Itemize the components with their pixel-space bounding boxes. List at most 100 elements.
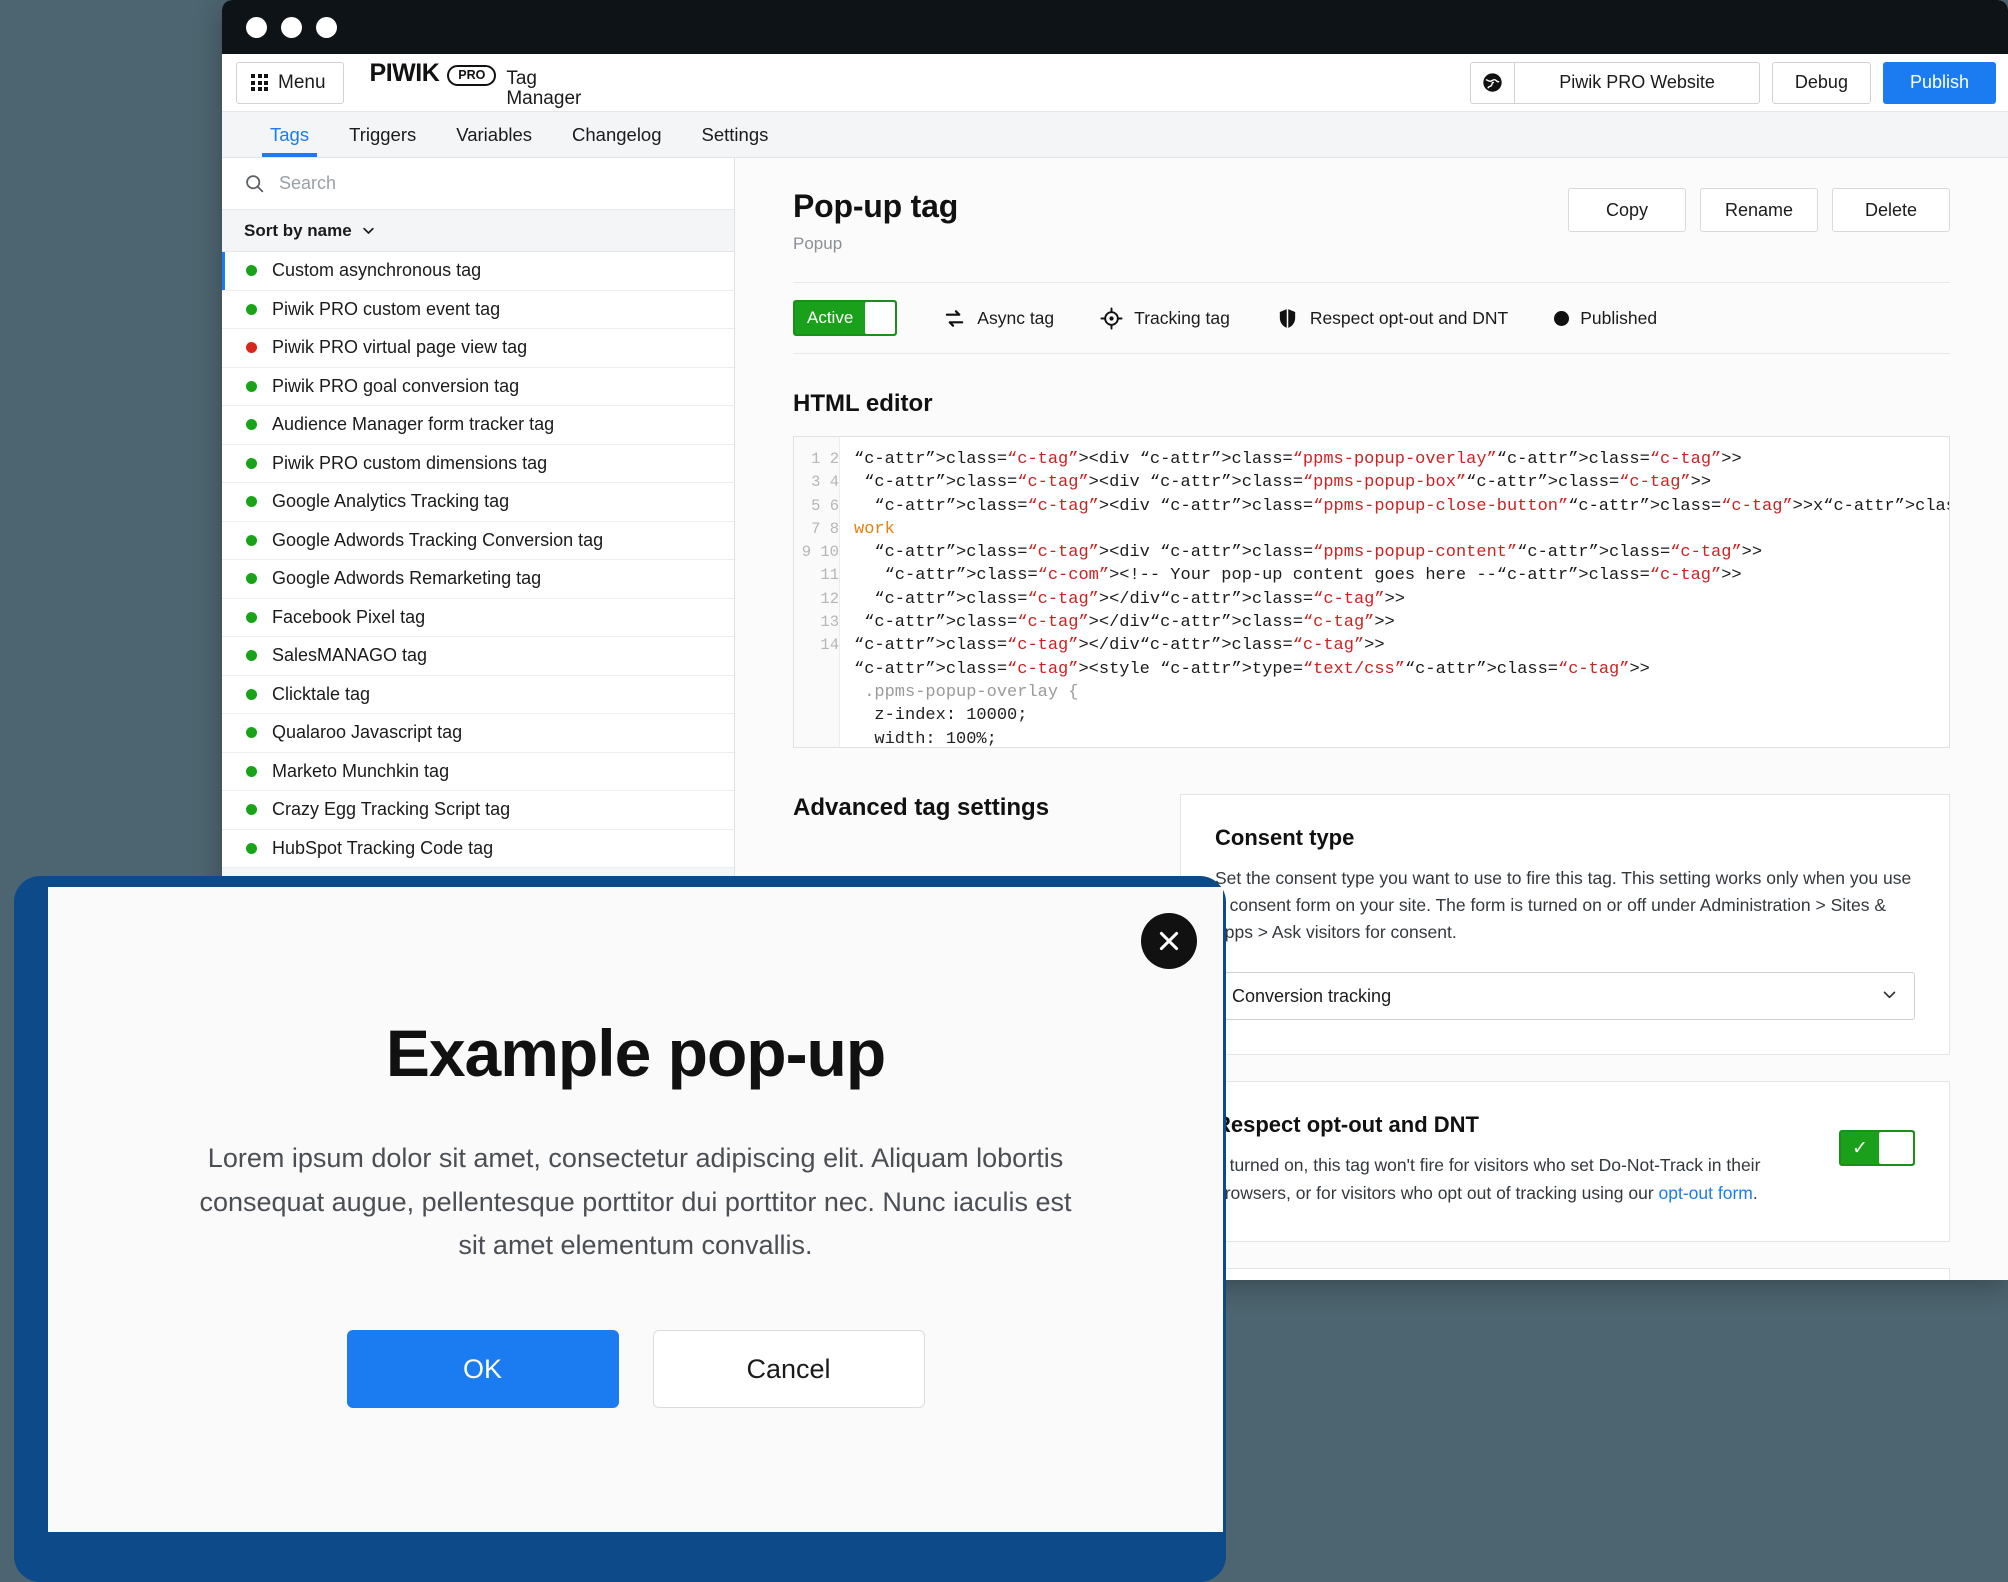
tag-list-item[interactable]: Custom asynchronous tag	[222, 252, 734, 291]
respect-dnt-toggle[interactable]: ✓	[1839, 1130, 1915, 1166]
meta-respect-label: Respect opt-out and DNT	[1310, 308, 1508, 329]
chevron-down-icon	[361, 223, 376, 238]
consent-type-select[interactable]: Conversion tracking	[1215, 972, 1915, 1020]
popup-cancel-button[interactable]: Cancel	[653, 1330, 925, 1408]
tag-list-item[interactable]: Google Adwords Remarketing tag	[222, 560, 734, 599]
respect-dnt-desc-after: .	[1753, 1183, 1758, 1203]
tab-variables[interactable]: Variables	[436, 112, 552, 157]
rename-button[interactable]: Rename	[1700, 188, 1818, 232]
page-root: Menu PIWIK PRO Tag Manager Piwik PRO Web…	[0, 0, 2008, 1582]
tab-tags[interactable]: Tags	[250, 112, 329, 157]
tab-changelog[interactable]: Changelog	[552, 112, 682, 157]
meta-tracking-label: Tracking tag	[1134, 308, 1230, 329]
respect-dnt-card: Respect opt-out and DNT If turned on, th…	[1180, 1081, 1950, 1241]
debug-button[interactable]: Debug	[1772, 62, 1871, 104]
status-dot-green-icon	[246, 804, 257, 815]
tag-list-item-label: Piwik PRO custom event tag	[272, 299, 500, 320]
page-title-block: Pop-up tag Popup	[793, 188, 958, 254]
page-title-row: Pop-up tag Popup Copy Rename Delete	[793, 188, 1950, 254]
delete-button[interactable]: Delete	[1832, 188, 1950, 232]
status-dot-green-icon	[246, 766, 257, 777]
example-popup-dialog: Example pop-up Lorem ipsum dolor sit ame…	[48, 887, 1223, 1532]
tag-list-item-label: Custom asynchronous tag	[272, 260, 481, 281]
tag-list-item[interactable]: Marketo Munchkin tag	[222, 753, 734, 792]
tag-list-item-label: Google Analytics Tracking tag	[272, 491, 509, 512]
tag-list-item[interactable]: Google Analytics Tracking tag	[222, 483, 734, 522]
tab-settings[interactable]: Settings	[682, 112, 789, 157]
tag-list-item[interactable]: SalesMANAGO tag	[222, 637, 734, 676]
status-dot-green-icon	[246, 650, 257, 661]
status-dot-green-icon	[246, 419, 257, 430]
respect-dnt-description: If turned on, this tag won't fire for vi…	[1215, 1152, 1809, 1206]
search-row	[222, 158, 734, 210]
tag-list-item-label: Audience Manager form tracker tag	[272, 414, 554, 435]
tag-list-item[interactable]: Piwik PRO custom dimensions tag	[222, 445, 734, 484]
advanced-cards: Consent type Set the consent type you wa…	[1180, 794, 1950, 1280]
editor-section-title: HTML editor	[793, 390, 1950, 418]
maximize-window-button[interactable]	[316, 17, 337, 38]
respect-dnt-text: Respect opt-out and DNT If turned on, th…	[1215, 1112, 1809, 1206]
tag-list-item-label: Clicktale tag	[272, 684, 370, 705]
status-dot-green-icon	[246, 612, 257, 623]
chevron-down-icon	[1881, 986, 1898, 1007]
search-input[interactable]	[277, 172, 712, 195]
app-header: Menu PIWIK PRO Tag Manager Piwik PRO Web…	[222, 54, 2008, 112]
tag-list-item-label: Google Adwords Tracking Conversion tag	[272, 530, 603, 551]
status-dot-green-icon	[246, 727, 257, 738]
tag-list-item-label: SalesMANAGO tag	[272, 645, 427, 666]
tag-list-item[interactable]: Facebook Pixel tag	[222, 599, 734, 638]
page-subtitle: Popup	[793, 234, 958, 254]
minimize-window-button[interactable]	[281, 17, 302, 38]
tag-list-item-label: Marketo Munchkin tag	[272, 761, 449, 782]
consent-type-title: Consent type	[1215, 825, 1915, 851]
additional-setting-card	[1180, 1268, 1950, 1280]
page-actions: Copy Rename Delete	[1568, 188, 1950, 232]
editor-code[interactable]: “c-attr”>class=“c-tag”><div “c-attr”>cla…	[840, 437, 1949, 747]
consent-type-description: Set the consent type you want to use to …	[1215, 865, 1915, 946]
sort-dropdown[interactable]: Sort by name	[222, 210, 734, 252]
meta-async-label: Async tag	[977, 308, 1054, 329]
tag-list-item[interactable]: Crazy Egg Tracking Script tag	[222, 791, 734, 830]
tag-list-item[interactable]: Piwik PRO custom event tag	[222, 291, 734, 330]
status-dot-red-icon	[246, 342, 257, 353]
close-icon	[1156, 928, 1182, 954]
header-right-group: Piwik PRO Website Debug Publish	[1470, 62, 1996, 104]
popup-title: Example pop-up	[386, 1015, 885, 1091]
tag-list-item-label: Piwik PRO goal conversion tag	[272, 376, 519, 397]
tag-list-item[interactable]: Audience Manager form tracker tag	[222, 406, 734, 445]
status-dot-green-icon	[246, 458, 257, 469]
publish-button[interactable]: Publish	[1883, 62, 1996, 104]
tag-list-item[interactable]: Clicktale tag	[222, 676, 734, 715]
meta-tracking-tag: Tracking tag	[1100, 307, 1230, 330]
opt-out-form-link[interactable]: opt-out form	[1659, 1183, 1753, 1203]
meta-published: Published	[1554, 308, 1657, 329]
tag-list-item[interactable]: Piwik PRO goal conversion tag	[222, 368, 734, 407]
popup-close-button[interactable]	[1141, 913, 1197, 969]
active-toggle[interactable]: Active	[793, 300, 897, 336]
menu-button[interactable]: Menu	[236, 62, 344, 104]
status-dot-green-icon	[246, 535, 257, 546]
tag-list-item[interactable]: Google Adwords Tracking Conversion tag	[222, 522, 734, 561]
async-arrows-icon	[943, 307, 966, 330]
app-name-label: Tag Manager	[506, 69, 592, 109]
tag-list-item[interactable]: HubSpot Tracking Code tag	[222, 830, 734, 869]
active-toggle-label: Active	[807, 308, 865, 328]
target-icon	[1100, 307, 1123, 330]
tab-triggers[interactable]: Triggers	[329, 112, 436, 157]
tag-meta-row: Active Async tag	[793, 282, 1950, 354]
site-selector[interactable]: Piwik PRO Website	[1470, 62, 1760, 104]
popup-body-text: Lorem ipsum dolor sit amet, consectetur …	[196, 1137, 1076, 1268]
window-titlebar	[222, 0, 2008, 54]
tag-list-item[interactable]: Piwik PRO virtual page view tag	[222, 329, 734, 368]
editor-line-numbers: 1 2 3 4 5 6 7 8 9 10 11 12 13 14	[794, 437, 840, 747]
tag-list-item-label: Facebook Pixel tag	[272, 607, 425, 628]
close-window-button[interactable]	[246, 17, 267, 38]
tag-list-item[interactable]: Qualaroo Javascript tag	[222, 714, 734, 753]
tag-list-item-label: HubSpot Tracking Code tag	[272, 838, 493, 859]
html-editor[interactable]: 1 2 3 4 5 6 7 8 9 10 11 12 13 14 “c-attr…	[793, 436, 1950, 748]
popup-ok-button[interactable]: OK	[347, 1330, 619, 1408]
copy-button[interactable]: Copy	[1568, 188, 1686, 232]
status-dot-green-icon	[246, 496, 257, 507]
meta-async-tag: Async tag	[943, 307, 1054, 330]
respect-dnt-toggle-knob	[1879, 1132, 1913, 1164]
